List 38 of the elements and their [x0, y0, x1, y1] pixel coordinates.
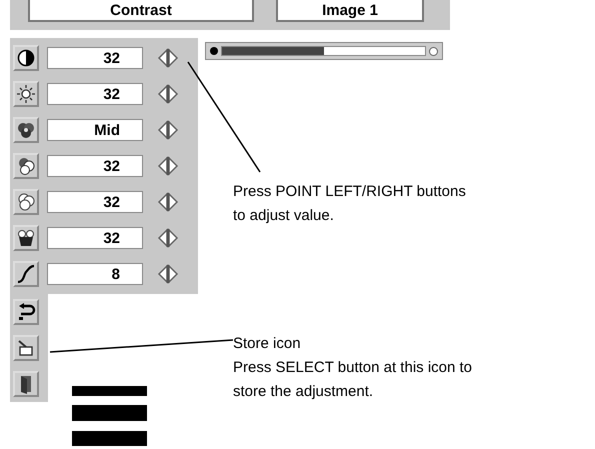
- color-circles-button[interactable]: [13, 117, 39, 143]
- value-field: 32: [47, 155, 143, 177]
- value-field: 32: [47, 83, 143, 105]
- store-button[interactable]: [13, 335, 39, 361]
- left-right-arrow-icon: [157, 228, 179, 248]
- value-field: 8: [47, 263, 143, 285]
- callout-text: Press SELECT button at this icon to store the adjustment.: [233, 358, 474, 402]
- color-circles-icon: [16, 120, 36, 140]
- color-circles-icon: [16, 228, 36, 248]
- value-field: Mid: [47, 119, 143, 141]
- menu-tab[interactable]: Contrast: [28, 0, 254, 22]
- left-right-arrow-icon: [157, 120, 179, 140]
- color-circles-button[interactable]: [13, 225, 39, 251]
- value-field: 32: [47, 47, 143, 69]
- sun-button[interactable]: [13, 81, 39, 107]
- curve-button[interactable]: [13, 261, 39, 287]
- curve-icon: [16, 264, 36, 284]
- undo-button[interactable]: [13, 299, 39, 325]
- callout-text: Press POINT LEFT/RIGHT buttons to adjust value.: [233, 182, 467, 226]
- value-field: 32: [47, 191, 143, 213]
- left-right-arrow-icon: [157, 48, 179, 68]
- slider[interactable]: [205, 42, 443, 60]
- color-circles-button[interactable]: [13, 189, 39, 215]
- left-right-arrow-icon: [157, 84, 179, 104]
- left-right-arrow-icon: [157, 156, 179, 176]
- sun-icon: [16, 84, 36, 104]
- callout-title: Store icon: [233, 334, 302, 354]
- color-circles-button[interactable]: [13, 153, 39, 179]
- color-circles-icon: [16, 156, 36, 176]
- left-right-arrow-icon: [157, 264, 179, 284]
- value-field: 32: [47, 227, 143, 249]
- contrast-button[interactable]: [13, 45, 39, 71]
- left-right-arrow-icon: [157, 192, 179, 212]
- contrast-icon: [16, 48, 36, 68]
- door-button[interactable]: [13, 371, 39, 397]
- undo-icon: [16, 302, 36, 322]
- menu-tab[interactable]: Image 1: [276, 0, 424, 22]
- color-circles-icon: [16, 192, 36, 212]
